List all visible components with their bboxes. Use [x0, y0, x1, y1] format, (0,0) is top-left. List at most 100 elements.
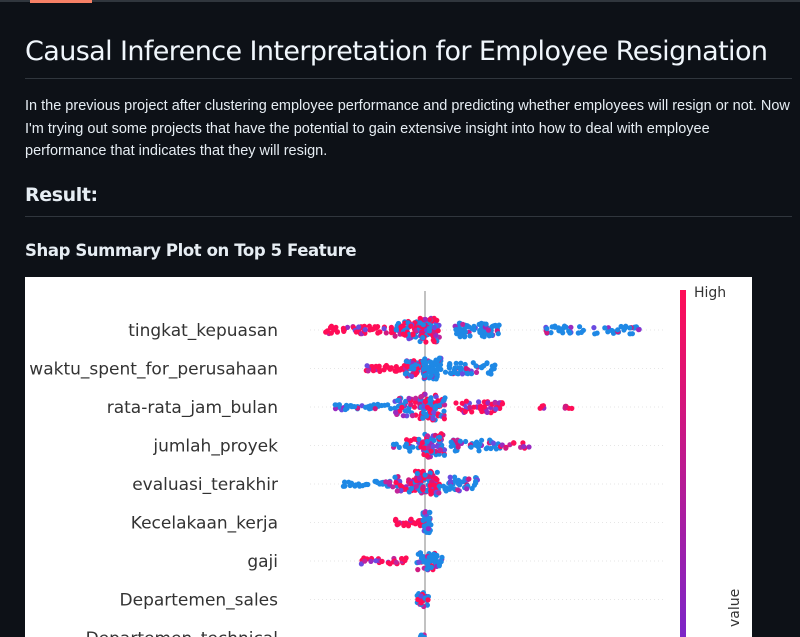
shap-point: [422, 373, 427, 378]
shap-point: [345, 406, 350, 411]
shap-point: [426, 526, 431, 531]
shap-point: [382, 367, 387, 372]
shap-point: [454, 331, 459, 336]
shap-point: [503, 446, 508, 451]
shap-point: [443, 487, 448, 492]
top-border: [0, 0, 800, 2]
shap-point: [471, 324, 476, 329]
shap-point: [456, 444, 461, 449]
shap-point: [458, 361, 463, 366]
shap-point: [418, 320, 423, 325]
shap-point: [427, 516, 432, 521]
shap-point: [368, 403, 373, 408]
shap-point: [482, 404, 487, 409]
shap-chart: tingkat_kepuasanwaktu_spent_for_perusaha…: [25, 277, 752, 637]
shap-point: [465, 371, 470, 376]
shap-point: [476, 399, 481, 404]
colorbar: [680, 290, 686, 637]
shap-point: [383, 479, 388, 484]
shap-point: [470, 486, 475, 491]
shap-point: [432, 325, 437, 330]
shap-point: [414, 484, 419, 489]
shap-point: [439, 555, 444, 560]
shap-point: [615, 327, 620, 332]
shap-point: [437, 435, 442, 440]
shap-point: [476, 445, 481, 450]
shap-point: [458, 439, 463, 444]
shap-point: [352, 404, 357, 409]
shap-point: [333, 402, 338, 407]
shap-point: [431, 482, 436, 487]
shap-point: [526, 444, 531, 449]
feature-label: tingkat_kepuasan: [128, 321, 278, 341]
shap-point: [467, 405, 472, 410]
shap-point: [420, 335, 425, 340]
shap-point: [431, 338, 436, 343]
shap-point: [449, 440, 454, 445]
shap-point: [469, 445, 474, 450]
shap-point: [448, 479, 453, 484]
shap-point: [421, 484, 426, 489]
shap-point: [434, 554, 439, 559]
colorbar-high-label: High: [694, 285, 726, 301]
shap-summary-plot: tingkat_kepuasanwaktu_spent_for_perusaha…: [25, 277, 752, 637]
shap-point: [560, 330, 565, 335]
shap-point: [467, 333, 472, 338]
shap-point: [439, 559, 444, 564]
shap-point: [412, 437, 417, 442]
shap-point: [406, 408, 411, 413]
shap-point: [493, 407, 498, 412]
shap-point: [393, 410, 398, 415]
shap-point: [452, 370, 457, 375]
shap-point: [416, 519, 421, 524]
shap-point: [394, 364, 399, 369]
shap-point: [356, 324, 361, 329]
shap-point: [425, 439, 430, 444]
shap-point: [464, 486, 469, 491]
shap-point: [627, 325, 632, 330]
shap-point: [436, 398, 441, 403]
shap-point: [488, 446, 493, 451]
shap-point: [362, 559, 367, 564]
shap-point: [636, 327, 641, 332]
shap-point: [394, 560, 399, 565]
shap-point: [377, 481, 382, 486]
shap-point: [408, 324, 413, 329]
shap-point: [366, 368, 371, 373]
shap-point: [435, 470, 440, 475]
shap-point: [456, 406, 461, 411]
shap-point: [413, 396, 418, 401]
shap-point: [425, 433, 430, 438]
shap-point: [423, 399, 428, 404]
shap-point: [385, 402, 390, 407]
shap-point: [566, 329, 571, 334]
shap-point: [398, 483, 403, 488]
shap-point: [434, 477, 439, 482]
shap-point: [466, 476, 471, 481]
shap-point: [442, 416, 447, 421]
shap-point: [428, 359, 433, 364]
shap-point: [375, 402, 380, 407]
shap-point: [486, 328, 491, 333]
shap-point: [396, 521, 401, 526]
shap-point: [416, 552, 421, 557]
shap-point: [431, 444, 436, 449]
shap-point: [609, 328, 614, 333]
shap-point: [380, 559, 385, 564]
shap-point: [394, 327, 399, 332]
shap-point: [463, 409, 468, 414]
shap-point: [341, 326, 346, 331]
shap-point: [484, 361, 489, 366]
shap-point: [437, 403, 442, 408]
shap-point: [415, 471, 420, 476]
result-heading: Result:: [25, 184, 98, 206]
shap-point: [453, 400, 458, 405]
shap-point: [373, 558, 378, 563]
shap-point: [394, 442, 399, 447]
shap-point: [399, 405, 404, 410]
shap-point: [454, 361, 459, 366]
shap-point: [563, 404, 568, 409]
shap-point: [441, 409, 446, 414]
shap-point: [424, 453, 429, 458]
shap-point: [375, 330, 380, 335]
